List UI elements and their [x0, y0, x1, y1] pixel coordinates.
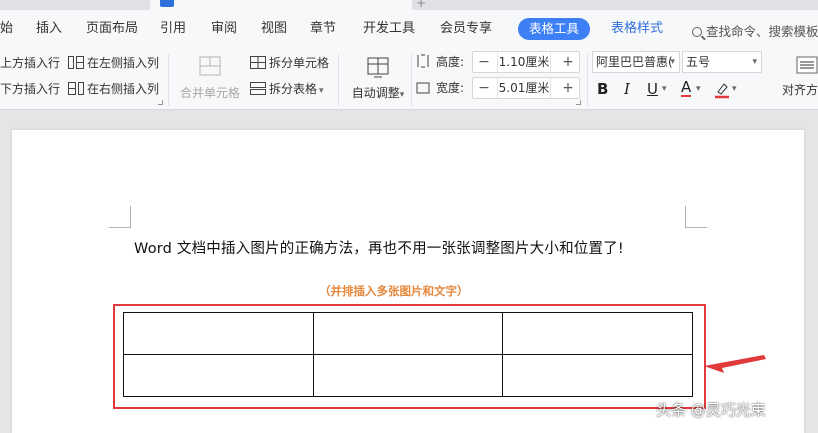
height-value[interactable]: 1.10厘米 [497, 52, 551, 72]
underline-caret-icon[interactable]: ▾ [662, 84, 667, 94]
height-stepper[interactable]: − 1.10厘米 + [472, 51, 580, 73]
table-cell[interactable] [123, 354, 314, 397]
menu-bar: 始 插入 页面布局 引用 审阅 视图 章节 开发工具 会员专享 表格工具 表格样… [0, 10, 818, 48]
tab-strip: + [0, 0, 818, 10]
table-row [123, 312, 693, 355]
font-size-select[interactable]: 五号 ▾ [682, 51, 762, 73]
ribbon-divider [168, 54, 169, 106]
split-table-icon [250, 82, 266, 95]
auto-fit-icon [367, 57, 389, 78]
search-label: 查找命令、搜索模板 [706, 24, 818, 39]
menu-review[interactable]: 审阅 [211, 21, 237, 37]
menu-view[interactable]: 视图 [261, 21, 287, 37]
merge-cells-button[interactable]: 合并单元格 [180, 56, 240, 100]
tab-table-style[interactable]: 表格样式 [611, 21, 663, 37]
height-decrease-button[interactable]: − [473, 52, 495, 72]
highlight-pen-icon[interactable] [714, 81, 730, 99]
watermark: 头条 @灵巧光束 [656, 401, 766, 419]
insert-col-right-button[interactable]: 在右侧插入列 [68, 82, 159, 96]
group-expand-icon[interactable] [576, 100, 581, 105]
underline-icon[interactable]: U [647, 80, 658, 98]
margin-marker-top-right [685, 206, 707, 228]
new-tab-icon[interactable]: + [416, 0, 426, 10]
table-row [123, 354, 693, 397]
insert-row-below-label: 下方插入行 [0, 82, 61, 96]
insert-col-left-button[interactable]: 在左侧插入列 [68, 56, 159, 70]
group-expand-icon[interactable] [158, 100, 163, 105]
height-label: 高度: [436, 55, 465, 69]
insert-col-left-label: 在左侧插入列 [87, 56, 160, 70]
document-icon [160, 0, 174, 7]
table-cell[interactable] [312, 312, 504, 355]
split-cells-label: 拆分单元格 [269, 56, 330, 70]
margin-marker-top-left [109, 206, 131, 228]
split-cells-button[interactable]: 拆分单元格 [250, 56, 329, 70]
table-cell[interactable] [312, 354, 504, 397]
chevron-down-icon: ▾ [752, 57, 757, 67]
column-width-icon [416, 82, 430, 94]
split-table-label: 拆分表格 [269, 82, 318, 96]
align-button[interactable]: 对齐方 [782, 83, 818, 97]
font-color-caret-icon[interactable]: ▾ [696, 84, 701, 94]
document-page[interactable]: Word 文档中插入图片的正确方法，再也不用一张张调整图片大小和位置了! （并排… [12, 130, 804, 433]
tab-table-tools[interactable]: 表格工具 [518, 18, 591, 40]
menu-chapter[interactable]: 章节 [310, 21, 336, 37]
italic-icon[interactable]: I [624, 80, 630, 98]
table-cell[interactable] [502, 354, 693, 397]
menu-member[interactable]: 会员专享 [440, 21, 492, 37]
width-increase-button[interactable]: + [557, 78, 579, 98]
menu-developer[interactable]: 开发工具 [363, 21, 415, 37]
chevron-down-icon: ▾ [670, 57, 675, 67]
height-increase-button[interactable]: + [557, 52, 579, 72]
width-stepper[interactable]: − 5.01厘米 + [472, 77, 580, 99]
document-tab[interactable] [150, 0, 412, 10]
font-size-value: 五号 [686, 55, 711, 69]
width-label: 宽度: [436, 81, 465, 95]
split-cells-icon [250, 56, 266, 69]
ribbon-divider [587, 54, 588, 106]
menu-start[interactable]: 始 [0, 21, 13, 37]
insert-col-right-label: 在右侧插入列 [87, 82, 160, 96]
font-color-icon[interactable]: A [681, 80, 692, 97]
insert-row-above-label: 上方插入行 [0, 56, 61, 70]
highlight-caret-icon[interactable]: ▾ [732, 84, 737, 94]
split-table-button[interactable]: 拆分表格 ▾ [250, 82, 324, 98]
font-name-select[interactable]: 阿里巴巴普惠(▾ [592, 51, 680, 73]
width-decrease-button[interactable]: − [473, 78, 495, 98]
row-height-icon [417, 54, 429, 68]
search-icon [692, 27, 702, 37]
annotation-arrow-icon [704, 355, 766, 373]
command-search[interactable]: 查找命令、搜索模板 [692, 21, 818, 40]
insert-row-below-button[interactable]: 下方插入行 [0, 82, 60, 96]
ribbon-divider [411, 54, 412, 106]
insert-column-left-icon [68, 56, 84, 69]
merge-cells-icon [199, 56, 221, 76]
document-subtitle[interactable]: （并排插入多张图片和文字） [319, 283, 469, 299]
auto-fit-label: 自动调整 [351, 86, 400, 100]
menu-page-layout[interactable]: 页面布局 [86, 21, 138, 37]
table-cell[interactable] [502, 312, 693, 355]
insert-column-right-icon [68, 82, 84, 95]
width-value[interactable]: 5.01厘米 [497, 78, 551, 98]
ribbon-divider [338, 54, 339, 106]
document-table[interactable] [123, 312, 693, 397]
font-name-value: 阿里巴巴普惠( [596, 55, 673, 69]
auto-fit-caret-icon: ▾ [399, 90, 405, 100]
menu-insert[interactable]: 插入 [36, 21, 62, 37]
document-title[interactable]: Word 文档中插入图片的正确方法，再也不用一张张调整图片大小和位置了! [134, 237, 624, 258]
align-icon [796, 56, 818, 74]
merge-cells-label: 合并单元格 [180, 86, 241, 100]
auto-fit-button[interactable]: 自动调整▾ [349, 56, 407, 102]
bold-icon[interactable]: B [597, 80, 608, 98]
ribbon-toolbar: 上方插入行 下方插入行 在左侧插入列 在右侧插入列 合并单元格 拆分单元格 拆分… [0, 48, 818, 110]
table-cell[interactable] [123, 312, 314, 355]
menu-references[interactable]: 引用 [160, 21, 186, 37]
split-table-caret-icon: ▾ [319, 86, 324, 96]
insert-row-above-button[interactable]: 上方插入行 [0, 56, 60, 70]
